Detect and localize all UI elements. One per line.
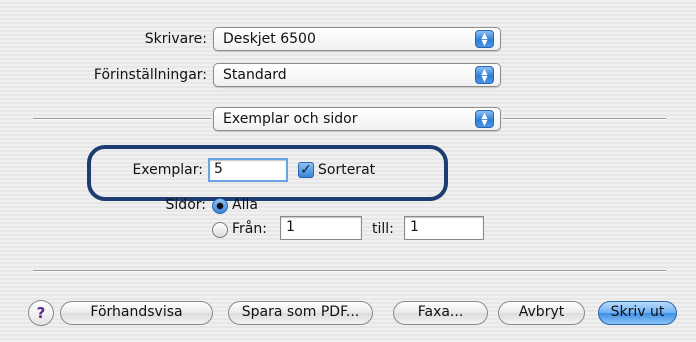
pages-range-radio[interactable] — [212, 222, 228, 238]
pages-all-radio[interactable] — [212, 198, 228, 214]
pages-to-input[interactable]: 1 — [404, 216, 484, 240]
preview-button[interactable]: Förhandsvisa — [60, 301, 213, 325]
cancel-button[interactable]: Avbryt — [498, 301, 585, 325]
printer-label: Skrivare: — [144, 31, 207, 47]
presets-label: Förinställningar: — [93, 67, 207, 83]
panel-value: Exemplar och sidor — [223, 111, 358, 127]
copies-label: Exemplar: — [132, 162, 203, 178]
collate-checkbox[interactable]: ✓ — [298, 162, 314, 178]
presets-popup[interactable]: Standard ▲ ▼ — [213, 63, 501, 87]
help-icon: ? — [36, 304, 46, 322]
updown-arrows-icon: ▲ ▼ — [475, 30, 494, 48]
checkmark-icon: ✓ — [300, 162, 312, 178]
help-button[interactable]: ? — [28, 300, 54, 326]
pages-to-label: till: — [372, 221, 394, 237]
section-divider-left — [33, 118, 211, 120]
pages-from-label: Från: — [232, 221, 267, 237]
panel-popup[interactable]: Exemplar och sidor ▲ ▼ — [213, 107, 501, 131]
collate-label: Sorterat — [318, 162, 376, 178]
presets-value: Standard — [223, 67, 287, 83]
updown-arrows-icon: ▲ ▼ — [475, 66, 494, 84]
footer-divider — [33, 270, 666, 272]
printer-value: Deskjet 6500 — [223, 31, 316, 47]
save-pdf-button[interactable]: Spara som PDF... — [228, 301, 373, 325]
printer-popup[interactable]: Deskjet 6500 ▲ ▼ — [213, 27, 501, 51]
fax-button[interactable]: Faxa... — [393, 301, 488, 325]
print-button[interactable]: Skriv ut — [598, 301, 677, 325]
section-divider-right — [503, 118, 666, 120]
pages-from-input[interactable]: 1 — [280, 216, 362, 240]
pages-all-label: Alla — [232, 197, 258, 213]
pages-label: Sidor: — [165, 197, 206, 213]
copies-input[interactable]: 5 — [208, 158, 288, 182]
updown-arrows-icon: ▲ ▼ — [475, 110, 494, 128]
